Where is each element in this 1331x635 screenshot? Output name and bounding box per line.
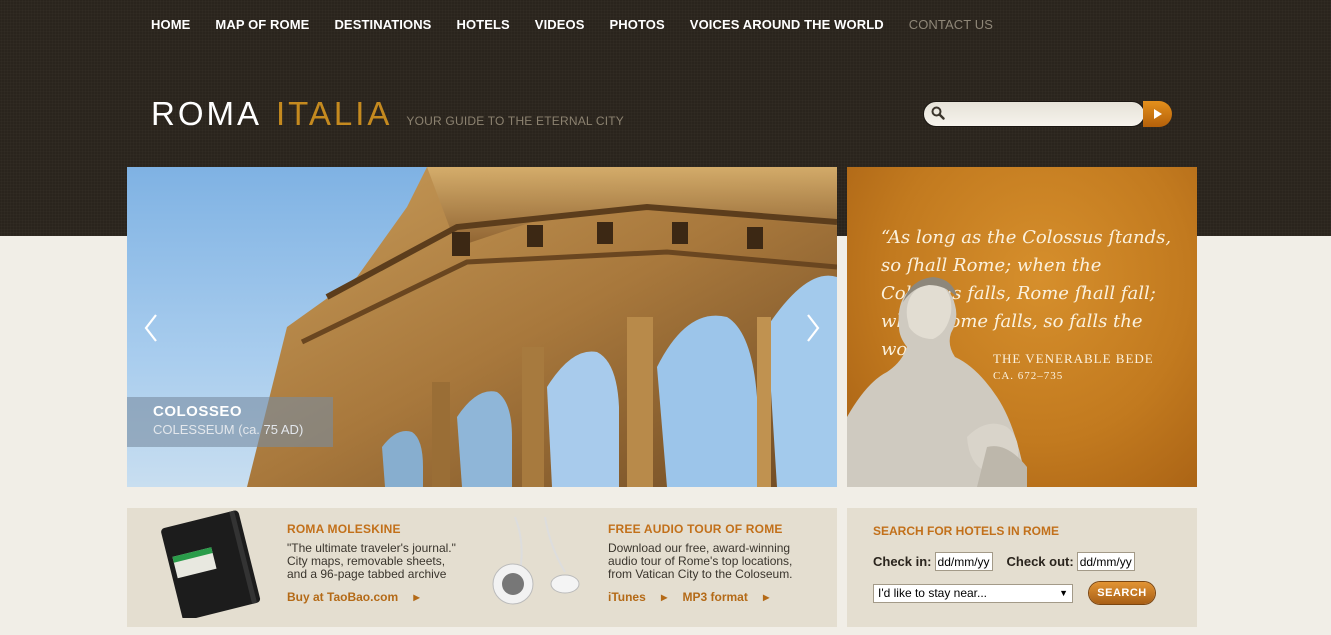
buy-at-taobao-link[interactable]: Buy at TaoBao.com ▸ [287,590,420,604]
itunes-link-label: iTunes [608,590,646,604]
slide-caption-subtitle: COLESSEUM (ca. 75 AD) [153,422,304,437]
search-icon [931,106,945,120]
buy-link-label: Buy at TaoBao.com [287,590,399,604]
checkout-field[interactable] [1076,552,1135,571]
nav-destinations[interactable]: DESTINATIONS [334,17,431,32]
dropdown-arrow-icon: ▼ [1059,588,1068,598]
audio-tour-title: FREE AUDIO TOUR OF ROME [608,522,783,536]
checkin-field[interactable] [934,552,993,571]
audio-tour-body: Download our free, award-winning audio t… [608,541,793,581]
moleskine-title: ROMA MOLESKINE [287,522,401,536]
itunes-link[interactable]: iTunes ▸ [608,590,667,604]
logo-tagline: YOUR GUIDE TO THE ETERNAL CITY [406,114,625,128]
moleskine-promo: ROMA MOLESKINE "The ultimate traveler's … [287,522,462,604]
earbuds-image [492,516,580,605]
audio-tour-promo: FREE AUDIO TOUR OF ROME Download our fre… [608,522,818,604]
moleskine-body: "The ultimate traveler's journal." City … [287,541,456,581]
nav-hotels[interactable]: HOTELS [456,17,509,32]
quote-panel: “As long as the Colossus ſtands, so ſhal… [847,167,1197,487]
search-input[interactable] [949,104,1137,122]
hotel-search-title: SEARCH FOR HOTELS IN ROME [873,524,1060,538]
statue-image [847,277,1027,487]
previous-slide-icon[interactable] [142,313,160,343]
nav-contact-us[interactable]: CONTACT US [909,17,993,32]
site-logo[interactable]: ROMA ITALIA YOUR GUIDE TO THE ETERNAL CI… [151,95,624,133]
search-submit-button[interactable] [1143,101,1172,127]
logo-roma: ROMA [151,95,262,132]
moleskine-notebook-image [161,510,261,618]
stay-near-select[interactable]: I'd like to stay near... ▼ [873,583,1073,603]
checkout-label: Check out: [1006,554,1074,569]
nav-voices-around-the-world[interactable]: VOICES AROUND THE WORLD [690,17,884,32]
slide-caption: COLOSSEO COLESSEUM (ca. 75 AD) [127,397,333,447]
mp3-link-label: MP3 format [682,590,748,604]
logo-italia: ITALIA [276,95,393,132]
nav-photos[interactable]: PHOTOS [610,17,665,32]
nav-map-of-rome[interactable]: MAP OF ROME [215,17,309,32]
main-nav: HOME MAP OF ROME DESTINATIONS HOTELS VID… [151,17,1018,32]
site-search [923,101,1172,127]
hotel-search-panel: SEARCH FOR HOTELS IN ROME Check in: Chec… [847,508,1197,627]
stay-near-value: I'd like to stay near... [878,586,988,600]
checkin-label: Check in: [873,554,932,569]
nav-home[interactable]: HOME [151,17,190,32]
play-arrow-icon [1153,109,1162,119]
nav-videos[interactable]: VIDEOS [535,17,585,32]
hotel-search-button[interactable]: SEARCH [1089,582,1155,604]
mp3-format-link[interactable]: MP3 format ▸ [682,590,769,604]
promo-strip: ROMA MOLESKINE "The ultimate traveler's … [127,508,837,627]
next-slide-icon[interactable] [804,313,822,343]
slide-caption-title: COLOSSEO [153,403,243,420]
hero-slideshow[interactable]: COLOSSEO COLESSEUM (ca. 75 AD) [127,167,837,487]
